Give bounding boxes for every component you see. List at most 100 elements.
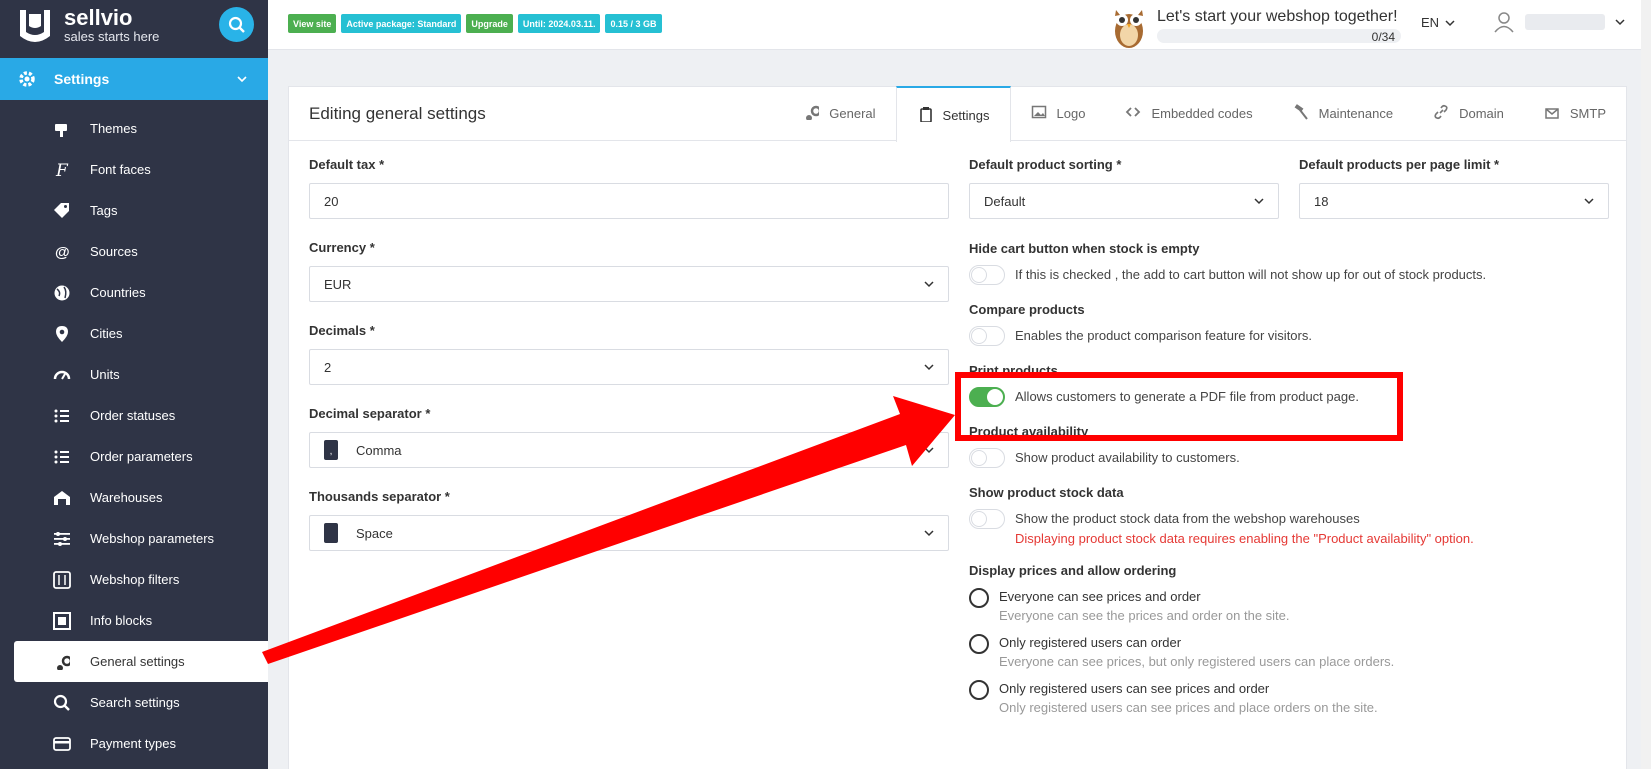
sidebar-item-countries[interactable]: Countries (0, 272, 268, 313)
toggle-knob (971, 450, 987, 466)
radio-circle[interactable] (969, 634, 989, 654)
show-product-stock-data-title: Show product stock data (969, 485, 1124, 500)
prices-option-1[interactable]: Everyone can see prices and order Everyon… (969, 588, 1609, 626)
hide-cart-button-when-stock-is-empty-setting: Hide cart button when stock is empty If t… (969, 241, 1609, 285)
account-badges: View site Active package: Standard Upgrade… (288, 14, 662, 33)
sidebar-item-general-settings[interactable]: General settings (14, 641, 268, 682)
decimal-separator-select[interactable]: , Comma (309, 432, 949, 468)
sidebar-item-warehouses[interactable]: Warehouses (0, 477, 268, 518)
sidebar-item-search-settings[interactable]: Search settings (0, 682, 268, 723)
search-icon (228, 16, 245, 33)
right-column: Default product sorting * Default Defaul… (969, 157, 1609, 726)
tab-smtp[interactable]: SMTP (1524, 86, 1626, 141)
sellvio-logo-icon (20, 10, 50, 42)
tab-embedded-codes[interactable]: Embedded codes (1105, 86, 1272, 141)
sidebar-item-label: Cities (90, 326, 123, 341)
compare-products-toggle[interactable] (969, 326, 1005, 346)
hide-cart-button-when-stock-is-empty-row: If this is checked , the add to cart but… (969, 265, 1609, 285)
mail-icon (1544, 104, 1560, 123)
onboarding-progress-bar[interactable]: 0/34 (1157, 29, 1401, 44)
prices-title: Display prices and allow ordering (969, 563, 1177, 578)
per-page-select[interactable]: 18 (1299, 183, 1609, 219)
compare-products-description: Enables the product comparison feature f… (1015, 328, 1312, 343)
sidebar-item-order-parameters[interactable]: Order parameters (0, 436, 268, 477)
search-button[interactable] (219, 7, 254, 42)
sidebar-item-info-blocks[interactable]: Info blocks (0, 600, 268, 641)
brand-name: sellvio (64, 5, 133, 30)
prices-option-3[interactable]: Only registered users can see prices and… (969, 680, 1609, 718)
print-products-highlight-box (955, 372, 1403, 441)
currency-select[interactable]: EUR (309, 266, 949, 302)
product-availability-row: Show product availability to customers. (969, 448, 1609, 468)
tab-general[interactable]: General (783, 86, 895, 141)
chevron-down-icon (1445, 19, 1455, 26)
code-icon (1125, 104, 1141, 123)
tab-domain[interactable]: Domain (1413, 86, 1524, 141)
badge-view-site[interactable]: View site (288, 14, 337, 33)
sidebar-item-label: General settings (90, 654, 185, 669)
show-product-stock-data-setting: Show product stock data Show the product … (969, 485, 1609, 546)
badge-active-package-standard[interactable]: Active package: Standard (341, 14, 462, 33)
search-icon (52, 693, 72, 713)
sidebar-item-webshop-filters[interactable]: Webshop filters (0, 559, 268, 600)
show-product-stock-data-warning: Displaying product stock data requires e… (1015, 531, 1474, 546)
radio-circle[interactable] (969, 680, 989, 700)
badge-upgrade[interactable]: Upgrade (466, 14, 513, 33)
comma-swatch: , (324, 440, 338, 460)
onboarding-progress-count: 0/34 (1371, 30, 1395, 44)
hammer-icon (1293, 104, 1309, 123)
show-product-stock-data-row: Show the product stock data from the web… (969, 509, 1609, 546)
sidebar-item-webshop-parameters[interactable]: Webshop parameters (0, 518, 268, 559)
info-block-icon (52, 611, 72, 631)
location-pin-icon (52, 324, 72, 344)
list-icon (52, 447, 72, 467)
tab-logo[interactable]: Logo (1011, 86, 1106, 141)
tab-settings[interactable]: Settings (895, 86, 1011, 142)
sidebar-item-label: Units (90, 367, 120, 382)
sidebar-item-units[interactable]: Units (0, 354, 268, 395)
prices-option-2[interactable]: Only registered users can order Everyone … (969, 634, 1609, 672)
sidebar-item-font-faces[interactable]: F Font faces (0, 149, 268, 190)
show-product-stock-data-toggle[interactable] (969, 509, 1005, 529)
badge-0-15-3-gb[interactable]: 0.15 / 3 GB (605, 14, 662, 33)
sidebar-item-tags[interactable]: Tags (0, 190, 268, 231)
default-tax-input[interactable]: 20 (309, 183, 949, 219)
sidebar-item-label: Webshop filters (90, 572, 180, 587)
link-icon (1433, 104, 1449, 123)
owl-mascot-icon (1115, 10, 1143, 48)
space-swatch (324, 523, 338, 543)
sidebar-item-themes[interactable]: Themes (0, 108, 268, 149)
chevron-down-icon (924, 281, 934, 288)
credit-card-icon (52, 734, 72, 754)
sorting-select[interactable]: Default (969, 183, 1279, 219)
settings-menu: Themes F Font faces Tags @ Sources Countries Ci… (0, 108, 268, 764)
badge-until-2024-03-11[interactable]: Until: 2024.03.11. (517, 14, 601, 33)
sidebar-item-label: Webshop parameters (90, 531, 215, 546)
sidebar-item-order-statuses[interactable]: Order statuses (0, 395, 268, 436)
settings-section-toggle[interactable]: Settings (0, 58, 268, 100)
sidebar-item-label: Info blocks (90, 613, 153, 628)
radio-circle[interactable] (969, 588, 989, 608)
prices-options: Everyone can see prices and order Everyon… (969, 588, 1609, 718)
tab-maintenance[interactable]: Maintenance (1273, 86, 1413, 141)
per-page-label: Default products per page limit * (1299, 157, 1500, 172)
sidebar-item-cities[interactable]: Cities (0, 313, 268, 354)
sidebar-item-payment-types[interactable]: Payment types (0, 723, 268, 764)
hide-cart-button-when-stock-is-empty-toggle[interactable] (969, 265, 1005, 285)
radio-text: Only registered users can see prices and… (999, 680, 1378, 718)
decimal-separator-label: Decimal separator * (309, 406, 431, 421)
hide-cart-button-when-stock-is-empty-text: If this is checked , the add to cart but… (1015, 265, 1486, 285)
currency-value: EUR (324, 276, 352, 292)
decimals-select[interactable]: 2 (309, 349, 949, 385)
product-availability-toggle[interactable] (969, 448, 1005, 468)
thousands-separator-field: Thousands separator * Space (309, 489, 949, 551)
sidebar-item-label: Sources (90, 244, 138, 259)
thousands-separator-select[interactable]: Space (309, 515, 949, 551)
user-menu[interactable] (1493, 11, 1625, 33)
brand-tagline: sales starts here (64, 29, 160, 44)
compare-products-text: Enables the product comparison feature f… (1015, 326, 1312, 346)
language-selector[interactable]: EN (1421, 15, 1455, 30)
page-scrollbar[interactable] (1641, 0, 1651, 769)
sidebar-item-sources[interactable]: @ Sources (0, 231, 268, 272)
tab-label: Maintenance (1318, 106, 1394, 121)
